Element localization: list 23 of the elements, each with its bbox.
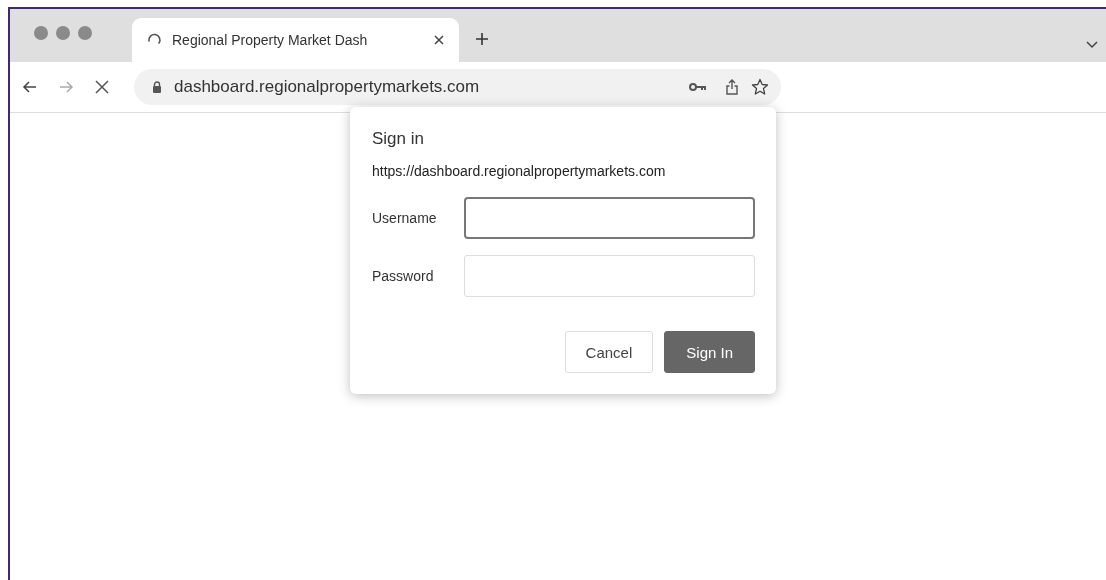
back-arrow-icon[interactable] bbox=[22, 79, 38, 95]
browser-tab[interactable]: Regional Property Market Dash bbox=[132, 18, 459, 62]
dialog-title: Sign in bbox=[372, 129, 425, 149]
address-bar[interactable]: dashboard.regionalpropertymarkets.com bbox=[134, 69, 781, 105]
lock-icon bbox=[152, 81, 162, 93]
stop-loading-icon[interactable] bbox=[94, 79, 110, 95]
key-icon[interactable] bbox=[689, 82, 707, 92]
field-label: Password bbox=[372, 268, 435, 284]
close-tab-icon[interactable] bbox=[433, 34, 445, 46]
tab-title: Regional Property Market Dash bbox=[172, 32, 369, 48]
url-text: dashboard.regionalpropertymarkets.com bbox=[174, 77, 481, 97]
field-label: Username bbox=[372, 210, 438, 226]
minimize-window-icon[interactable] bbox=[56, 26, 70, 40]
sign-in-button[interactable]: Sign In bbox=[664, 331, 755, 373]
close-window-icon[interactable] bbox=[34, 26, 48, 40]
maximize-window-icon[interactable] bbox=[78, 26, 92, 40]
cancel-button[interactable]: Cancel bbox=[564, 331, 654, 373]
new-tab-icon[interactable] bbox=[475, 32, 489, 46]
share-icon[interactable] bbox=[725, 78, 739, 96]
star-icon[interactable] bbox=[751, 78, 769, 96]
site-origin: https://dashboard.regionalpropertymarkets.com bbox=[372, 163, 667, 179]
input-field[interactable] bbox=[464, 197, 755, 239]
tab-search-chevron-icon[interactable] bbox=[1086, 41, 1098, 49]
